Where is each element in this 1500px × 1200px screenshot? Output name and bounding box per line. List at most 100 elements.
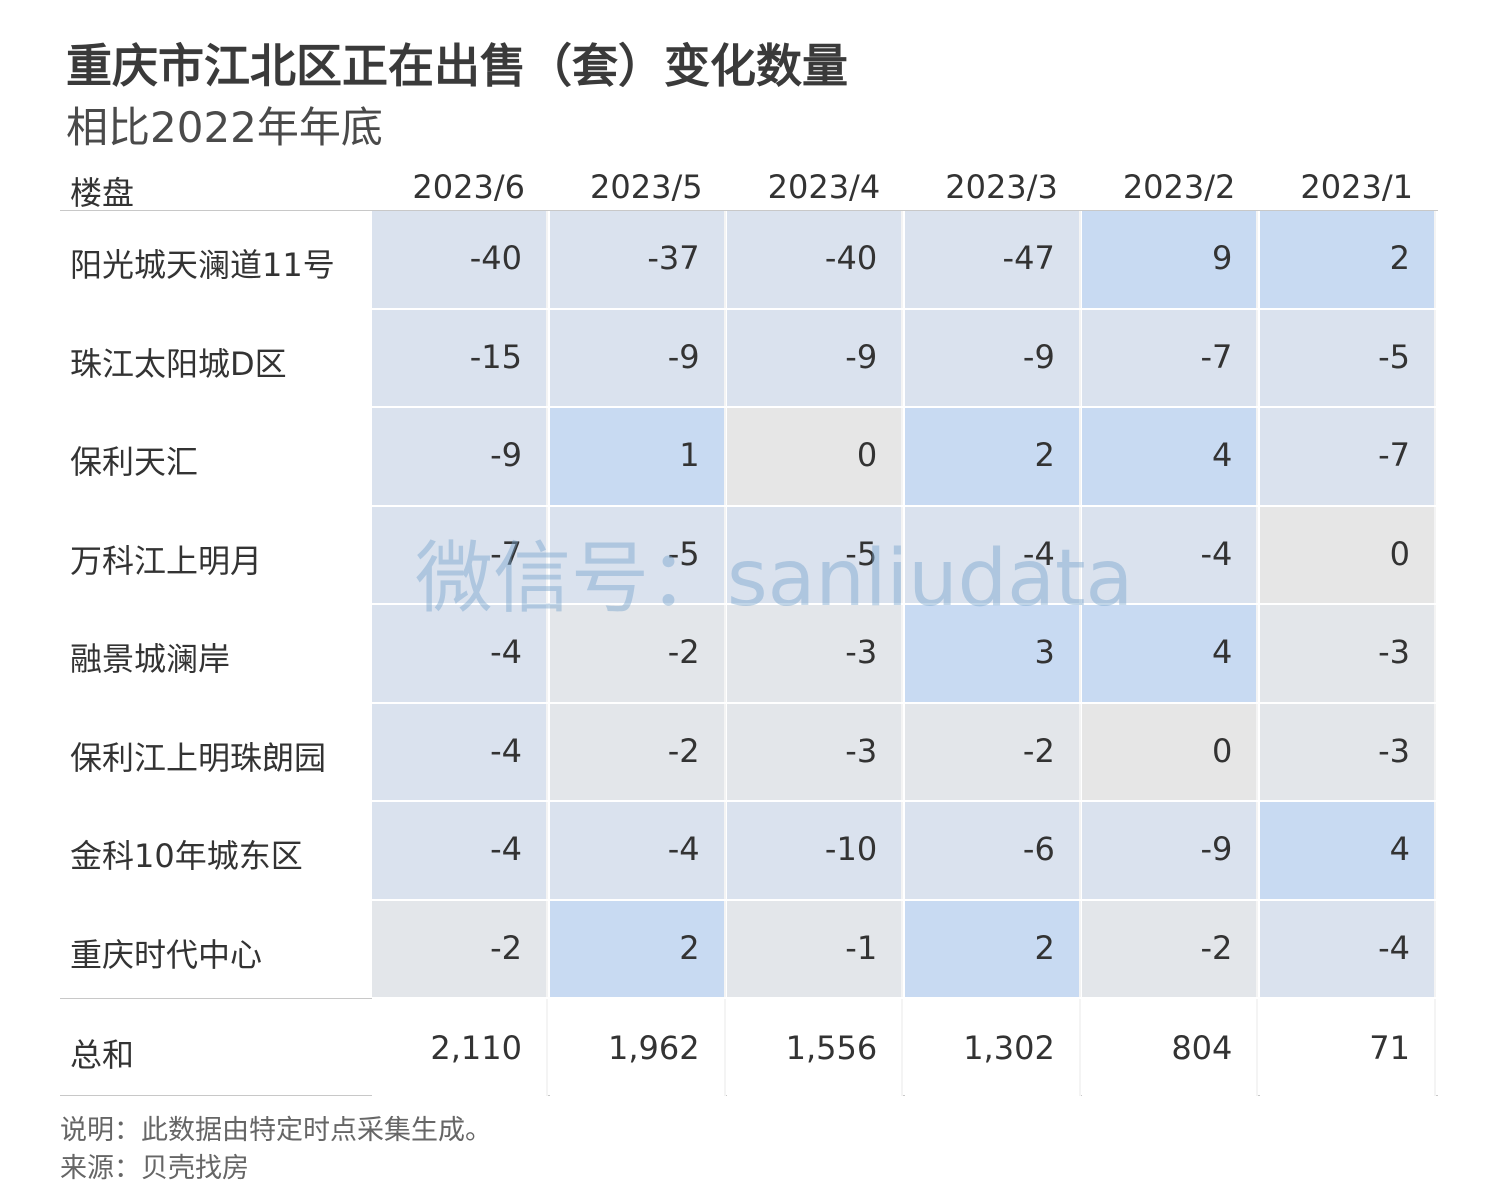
- table-cell: 2: [549, 900, 726, 997]
- cell-value: 2: [1034, 436, 1055, 474]
- table-row: 珠江太阳城D区 -15 -9 -9 -9 -7 -5: [60, 309, 1438, 408]
- table-cell: -3: [727, 605, 904, 702]
- table-cell: -3: [727, 703, 904, 800]
- total-cell: 71: [1260, 999, 1436, 1096]
- row-label: 万科江上明月: [70, 541, 263, 580]
- table-row: 重庆时代中心 -2 2 -1 2 -2 -4: [60, 900, 1438, 999]
- cell-value: 3: [1034, 633, 1055, 671]
- total-cell: 1,302: [904, 999, 1081, 1096]
- cell-value: 2: [679, 928, 700, 967]
- row-label: 保利江上明珠朗园: [70, 738, 327, 777]
- cell-value: -6: [1022, 830, 1055, 868]
- cell-value: -3: [845, 731, 878, 770]
- cell-value: -5: [845, 534, 878, 573]
- column-header: 2023/5: [590, 168, 703, 206]
- table-cell: 0: [727, 408, 904, 505]
- table-cell: -2: [372, 900, 548, 997]
- table-row: 融景城澜岸 -4 -2 -3 3 4 -3: [60, 605, 1438, 704]
- table-cell: -47: [904, 211, 1081, 308]
- table-cell: -40: [727, 211, 904, 308]
- cell-value: -4: [1378, 928, 1410, 967]
- table-cell: -4: [1260, 900, 1436, 997]
- table-cell: -2: [549, 605, 726, 702]
- column-header: 2023/3: [945, 168, 1058, 206]
- cell-value: 0: [1212, 731, 1233, 770]
- cell-value: -7: [490, 534, 522, 573]
- cell-value: 1: [679, 436, 700, 474]
- table-cell: 3: [904, 605, 1081, 702]
- table-cell: -5: [727, 506, 904, 603]
- table-cell: -7: [1082, 309, 1259, 406]
- data-table: 楼盘 2023/6 2023/5 2023/4 2023/3 2023/2 2023/1 …: [60, 160, 1438, 1096]
- total-value: 1,962: [607, 1029, 700, 1067]
- cell-value: 4: [1212, 436, 1233, 474]
- cell-value: 2: [1389, 239, 1410, 277]
- table-cell: -37: [549, 211, 726, 308]
- cell-value: -40: [824, 239, 878, 277]
- table-row: 万科江上明月 -7 -5 -5 -4 -4 0: [60, 506, 1438, 605]
- cell-value: 0: [1389, 534, 1410, 573]
- table-cell: 1: [549, 408, 726, 505]
- chart-subtitle: 相比2022年年底: [66, 103, 383, 152]
- table-cell: 0: [1260, 506, 1436, 603]
- total-label: 总和: [70, 1036, 135, 1074]
- row-header-label: 楼盘: [70, 174, 135, 212]
- cell-value: -2: [667, 731, 700, 770]
- column-header: 2023/1: [1300, 168, 1413, 206]
- cell-value: -3: [1378, 731, 1410, 770]
- cell-value: -4: [1200, 534, 1233, 573]
- table-header: 楼盘 2023/6 2023/5 2023/4 2023/3 2023/2 2023/1: [60, 160, 1438, 212]
- table-cell: -2: [1082, 900, 1259, 997]
- cell-value: -47: [1002, 239, 1055, 277]
- cell-value: 2: [1034, 928, 1055, 967]
- cell-value: -37: [647, 239, 700, 277]
- total-cell: 1,962: [549, 999, 726, 1096]
- table-cell: -4: [372, 605, 548, 702]
- table-cell: -3: [1260, 605, 1436, 702]
- total-value: 804: [1171, 1029, 1233, 1067]
- cell-value: -4: [490, 731, 522, 770]
- table-cell: -9: [549, 309, 726, 406]
- cell-value: -9: [490, 436, 522, 474]
- table-cell: -4: [549, 802, 726, 899]
- cell-value: 4: [1212, 633, 1233, 671]
- cell-value: -2: [490, 928, 522, 967]
- table-cell: -9: [1082, 802, 1259, 899]
- table-cell: 2: [1260, 211, 1436, 308]
- cell-value: -5: [667, 534, 700, 573]
- cell-value: -2: [667, 633, 700, 671]
- table-row: 保利天汇 -9 1 0 2 4 -7: [60, 408, 1438, 507]
- cell-value: 4: [1389, 830, 1410, 868]
- table-cell: -5: [549, 506, 726, 603]
- total-cell: 804: [1082, 999, 1259, 1096]
- cell-value: -7: [1200, 337, 1233, 376]
- table-cell: -15: [372, 309, 548, 406]
- row-label: 阳光城天澜道11号: [70, 246, 335, 284]
- cell-value: -2: [1022, 731, 1055, 770]
- cell-value: -4: [1022, 534, 1055, 573]
- table-cell: -4: [1082, 506, 1259, 603]
- cell-value: -9: [1022, 337, 1055, 376]
- note-description: 说明：此数据由特定时点采集生成。: [60, 1115, 492, 1146]
- table-cell: 9: [1082, 211, 1259, 308]
- table-cell: -4: [372, 703, 548, 800]
- total-value: 1,556: [785, 1029, 878, 1067]
- cell-value: -1: [845, 928, 878, 967]
- total-value: 1,302: [963, 1029, 1055, 1067]
- table-cell: -40: [372, 211, 548, 308]
- column-header: 2023/2: [1122, 168, 1236, 206]
- cell-value: -15: [469, 337, 522, 376]
- table-cell: -2: [904, 703, 1081, 800]
- chart-title: 重庆市江北区正在出售（套）变化数量: [66, 39, 848, 93]
- total-value: 2,110: [430, 1029, 522, 1067]
- note-source: 来源：贝壳找房: [60, 1153, 249, 1184]
- total-cell: 2,110: [372, 999, 548, 1096]
- cell-value: -9: [845, 337, 878, 376]
- total-row: 总和 2,110 1,962 1,556 1,302 804 71: [60, 998, 1438, 1096]
- table-cell: -5: [1260, 309, 1436, 406]
- table-cell: -10: [727, 802, 904, 899]
- total-cell: 1,556: [727, 999, 904, 1096]
- table-cell: -2: [549, 703, 726, 800]
- row-label: 保利天汇: [70, 443, 199, 481]
- cell-value: -4: [490, 830, 522, 868]
